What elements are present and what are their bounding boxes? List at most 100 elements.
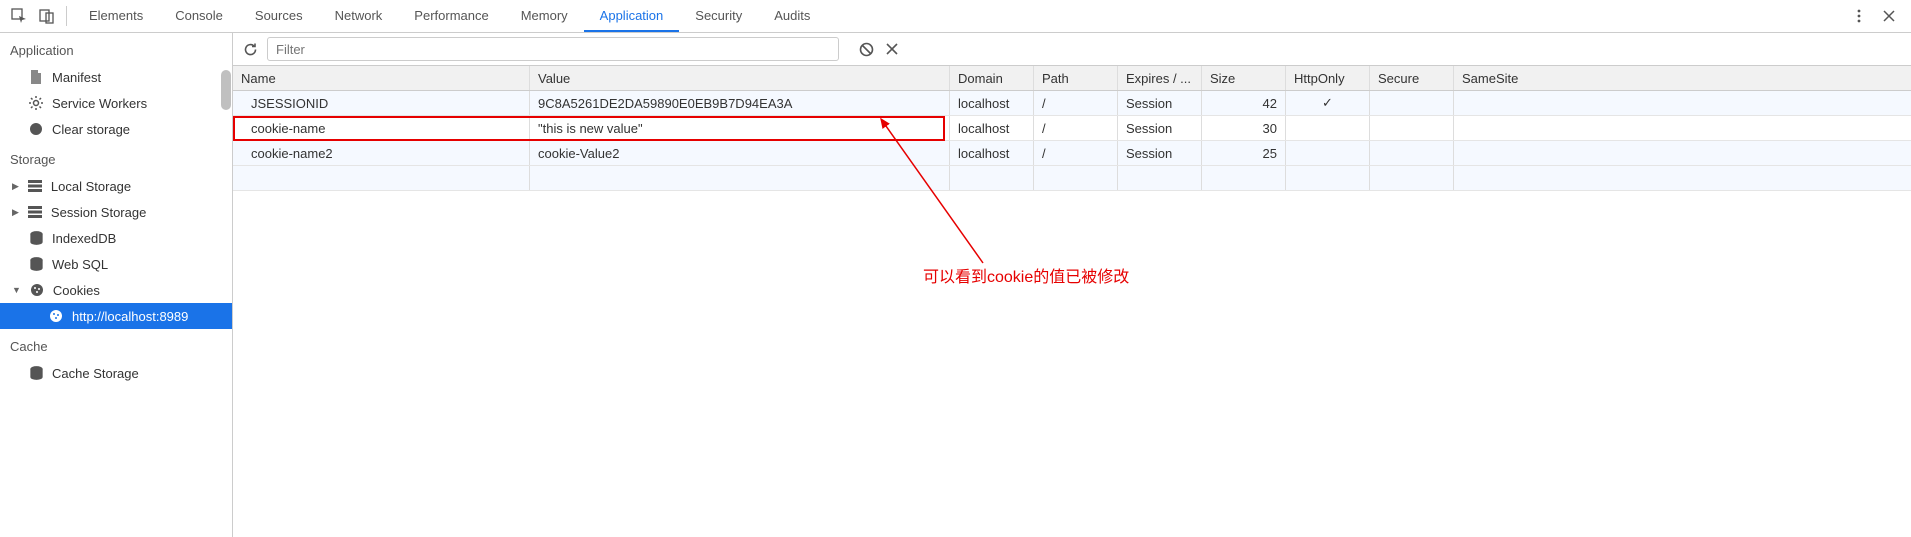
- cell-domain: localhost: [950, 91, 1034, 115]
- table-row[interactable]: cookie-name "this is new value" localhos…: [233, 116, 1911, 141]
- sidebar: Application Manifest Service Workers Cle…: [0, 33, 233, 537]
- cookies-toolbar: [233, 33, 1911, 66]
- table-row[interactable]: cookie-name2 cookie-Value2 localhost / S…: [233, 141, 1911, 166]
- refresh-icon[interactable]: [241, 40, 259, 58]
- col-httponly[interactable]: HttpOnly: [1286, 66, 1370, 90]
- sidebar-item-cache-storage[interactable]: Cache Storage: [0, 360, 232, 386]
- db-icon: [28, 365, 44, 381]
- sidebar-item-label: Local Storage: [51, 179, 131, 194]
- cell-domain: localhost: [950, 116, 1034, 140]
- sidebar-item-service-workers[interactable]: Service Workers: [0, 90, 232, 116]
- device-toggle-icon[interactable]: [38, 7, 56, 25]
- content: Name Value Domain Path Expires / ... Siz…: [233, 33, 1911, 537]
- sidebar-item-cookies[interactable]: ▼ Cookies: [0, 277, 232, 303]
- table-row-empty: [233, 166, 1911, 191]
- cell-domain: localhost: [950, 141, 1034, 165]
- col-value[interactable]: Value: [530, 66, 950, 90]
- separator: [66, 6, 67, 26]
- kebab-menu-icon[interactable]: [1851, 8, 1867, 24]
- col-size[interactable]: Size: [1202, 66, 1286, 90]
- tabbar-trailing: [1851, 8, 1905, 24]
- cell-secure: [1370, 141, 1454, 165]
- cell-samesite: [1454, 116, 1911, 140]
- main: Application Manifest Service Workers Cle…: [0, 33, 1911, 537]
- cell-httponly: [1286, 141, 1370, 165]
- cell-expires: Session: [1118, 116, 1202, 140]
- cell-value: cookie-Value2: [530, 141, 950, 165]
- col-samesite[interactable]: SameSite: [1454, 66, 1911, 90]
- cell-size: 42: [1202, 91, 1286, 115]
- sidebar-item-indexeddb[interactable]: IndexedDB: [0, 225, 232, 251]
- sidebar-item-local-storage[interactable]: ▶ Local Storage: [0, 173, 232, 199]
- scrollbar-thumb[interactable]: [221, 70, 231, 110]
- sidebar-item-label: http://localhost:8989: [72, 309, 188, 324]
- cell-path: /: [1034, 141, 1118, 165]
- tab-sources[interactable]: Sources: [239, 0, 319, 32]
- clear-icon: [28, 121, 44, 137]
- table-row[interactable]: JSESSIONID 9C8A5261DE2DA59890E0EB9B7D94E…: [233, 91, 1911, 116]
- chevron-down-icon: ▼: [12, 285, 21, 295]
- cell-name: cookie-name: [233, 116, 530, 140]
- document-icon: [28, 69, 44, 85]
- col-domain[interactable]: Domain: [950, 66, 1034, 90]
- tab-console[interactable]: Console: [159, 0, 239, 32]
- cell-secure: [1370, 116, 1454, 140]
- tab-application[interactable]: Application: [584, 0, 680, 32]
- filter-input[interactable]: [267, 37, 839, 61]
- col-secure[interactable]: Secure: [1370, 66, 1454, 90]
- gear-icon: [28, 95, 44, 111]
- col-expires[interactable]: Expires / ...: [1118, 66, 1202, 90]
- tab-elements[interactable]: Elements: [73, 0, 159, 32]
- sidebar-item-label: IndexedDB: [52, 231, 116, 246]
- chevron-right-icon: ▶: [12, 181, 19, 192]
- annotation-text: 可以看到cookie的值已被修改: [923, 263, 1129, 287]
- sidebar-item-label: Service Workers: [52, 96, 147, 111]
- sidebar-item-cookie-origin[interactable]: http://localhost:8989: [0, 303, 232, 329]
- cell-name: cookie-name2: [233, 141, 530, 165]
- cell-size: 30: [1202, 116, 1286, 140]
- cell-path: /: [1034, 116, 1118, 140]
- tab-memory[interactable]: Memory: [505, 0, 584, 32]
- cell-expires: Session: [1118, 141, 1202, 165]
- section-title-cache: Cache: [0, 329, 232, 360]
- cell-name: JSESSIONID: [233, 91, 530, 115]
- cell-expires: Session: [1118, 91, 1202, 115]
- cell-samesite: [1454, 141, 1911, 165]
- block-icon[interactable]: [857, 40, 875, 58]
- cookie-icon: [29, 282, 45, 298]
- table-header: Name Value Domain Path Expires / ... Siz…: [233, 66, 1911, 91]
- chevron-right-icon: ▶: [12, 207, 19, 218]
- inspect-icon[interactable]: [10, 7, 28, 25]
- sidebar-item-session-storage[interactable]: ▶ Session Storage: [0, 199, 232, 225]
- cell-httponly: ✓: [1286, 91, 1370, 115]
- tabbar-leading: [6, 7, 60, 25]
- sidebar-item-label: Clear storage: [52, 122, 130, 137]
- sidebar-item-label: Web SQL: [52, 257, 108, 272]
- section-title-storage: Storage: [0, 142, 232, 173]
- storage-icon: [27, 178, 43, 194]
- tab-performance[interactable]: Performance: [398, 0, 504, 32]
- tabs-container: Elements Console Sources Network Perform…: [73, 0, 826, 32]
- sidebar-item-clear-storage[interactable]: Clear storage: [0, 116, 232, 142]
- cell-secure: [1370, 91, 1454, 115]
- sidebar-item-websql[interactable]: Web SQL: [0, 251, 232, 277]
- section-title-application: Application: [0, 33, 232, 64]
- cell-path: /: [1034, 91, 1118, 115]
- tab-network[interactable]: Network: [319, 0, 399, 32]
- cell-httponly: [1286, 116, 1370, 140]
- sidebar-item-manifest[interactable]: Manifest: [0, 64, 232, 90]
- cell-value: "this is new value": [530, 116, 950, 140]
- col-path[interactable]: Path: [1034, 66, 1118, 90]
- sidebar-item-label: Cache Storage: [52, 366, 139, 381]
- close-icon[interactable]: [1881, 8, 1897, 24]
- col-name[interactable]: Name: [233, 66, 530, 90]
- cell-size: 25: [1202, 141, 1286, 165]
- sidebar-item-label: Session Storage: [51, 205, 146, 220]
- sidebar-item-label: Cookies: [53, 283, 100, 298]
- storage-icon: [27, 204, 43, 220]
- tab-audits[interactable]: Audits: [758, 0, 826, 32]
- db-icon: [28, 230, 44, 246]
- tab-security[interactable]: Security: [679, 0, 758, 32]
- delete-icon[interactable]: [883, 40, 901, 58]
- devtools-tabbar: Elements Console Sources Network Perform…: [0, 0, 1911, 33]
